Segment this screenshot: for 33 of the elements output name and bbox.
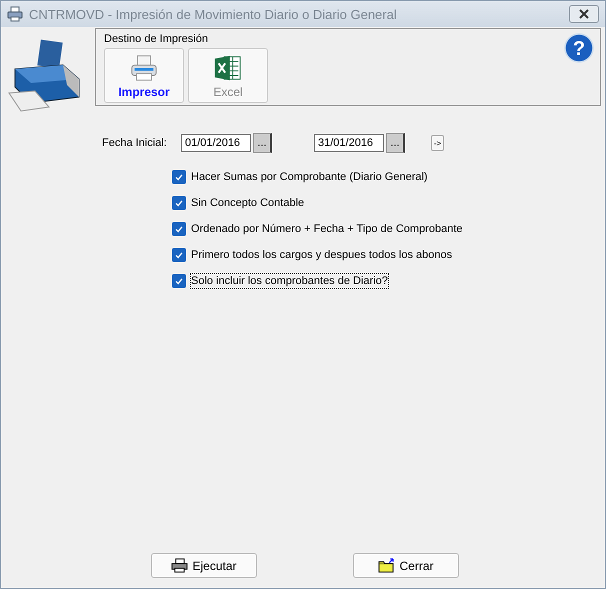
close-button[interactable]: Cerrar: [353, 553, 459, 578]
start-date-field[interactable]: 01/01/2016: [181, 134, 251, 152]
checkbox[interactable]: [172, 248, 186, 262]
date-picker-button[interactable]: ...: [386, 133, 405, 153]
help-icon[interactable]: ?: [564, 33, 594, 63]
check-icon: [174, 250, 184, 260]
checkbox-label[interactable]: Solo incluir los comprobantes de Diario?: [190, 273, 389, 289]
checkbox[interactable]: [172, 274, 186, 288]
checkbox[interactable]: [172, 196, 186, 210]
panel-title: Destino de Impresión: [104, 33, 209, 45]
checkbox-label[interactable]: Ordenado por Número + Fecha + Tipo de Comprobante: [190, 221, 464, 237]
printer-icon: [171, 558, 188, 573]
check-icon: [174, 224, 184, 234]
close-button[interactable]: [569, 5, 599, 23]
run-button[interactable]: Ejecutar: [151, 553, 257, 578]
check-icon: [174, 276, 184, 286]
checkbox[interactable]: [172, 222, 186, 236]
close-icon: [578, 9, 590, 19]
destination-button[interactable]: Impresor: [104, 48, 184, 103]
check-icon: [174, 172, 184, 182]
check-icon: [174, 198, 184, 208]
printer-icon: [7, 6, 23, 22]
date-picker-button[interactable]: ...: [253, 133, 272, 153]
window-title: CNTRMOVD - Impresión de Movimiento Diario o Diario General: [29, 6, 398, 22]
checkbox[interactable]: [172, 170, 186, 184]
date-label: Fecha Inicial:: [102, 137, 168, 149]
end-date-field[interactable]: 31/01/2016: [314, 134, 384, 152]
checkbox-label[interactable]: Sin Concepto Contable: [190, 195, 306, 211]
checkbox-label[interactable]: Primero todos los cargos y despues todos los abonos: [190, 247, 454, 263]
printer-icon: [129, 52, 159, 82]
checkbox-label[interactable]: Hacer Sumas por Comprobante (Diario General): [190, 169, 429, 185]
folder-icon: [378, 558, 396, 573]
next-button[interactable]: ->: [431, 135, 444, 151]
